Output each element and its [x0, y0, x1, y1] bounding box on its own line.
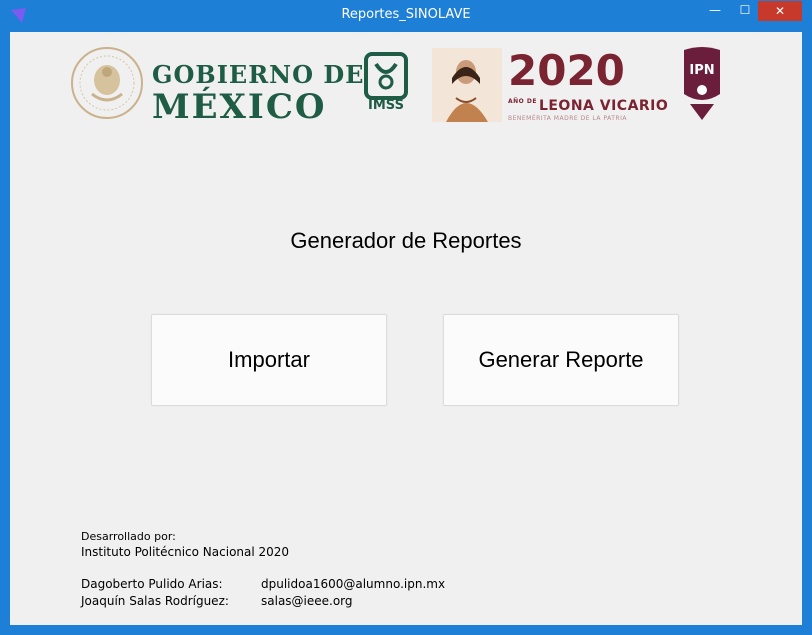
developed-by-label: Desarrollado por:	[81, 530, 176, 543]
developer-email: salas@ieee.org	[261, 594, 353, 608]
ipn-logo-icon: IPN	[684, 47, 720, 120]
leona-tagline: BENEMÉRITA MADRE DE LA PATRIA	[508, 115, 627, 122]
developer-row: Joaquín Salas Rodríguez: salas@ieee.org	[81, 594, 445, 608]
imss-label: IMSS	[368, 98, 404, 113]
main-panel: GOBIERNO DE MÉXICO IMSS 2020 AÑO DE LEONA…	[10, 32, 802, 625]
leona-year: 2020	[508, 46, 625, 95]
leona-small-label: AÑO DE	[508, 98, 537, 105]
page-title: Generador de Reportes	[290, 228, 522, 253]
window-title: Reportes_SINOLAVE	[341, 7, 471, 22]
ipn-label: IPN	[689, 63, 714, 78]
import-button[interactable]: Importar	[151, 314, 387, 406]
gobierno-line2: MÉXICO	[152, 87, 327, 127]
generate-report-button[interactable]: Generar Reporte	[443, 314, 679, 406]
developer-email: dpulidoa1600@alumno.ipn.mx	[261, 577, 446, 591]
developer-name: Dagoberto Pulido Arias:	[81, 577, 223, 591]
gobierno-line1: GOBIERNO DE	[152, 60, 365, 89]
institution-label: Instituto Politécnico Nacional 2020	[81, 545, 290, 559]
maximize-button[interactable]: ☐	[730, 0, 760, 22]
minimize-button[interactable]: —	[700, 0, 730, 22]
developer-name: Joaquín Salas Rodríguez:	[81, 594, 229, 608]
mexico-seal-icon	[71, 47, 143, 119]
credits: Desarrollado por: Instituto Politécnico …	[81, 530, 445, 608]
gobierno-logo: GOBIERNO DE MÉXICO	[152, 60, 364, 127]
close-button[interactable]: ✕	[758, 1, 802, 21]
developer-row: Dagoberto Pulido Arias: dpulidoa1600@alu…	[81, 577, 445, 591]
developer-list: Dagoberto Pulido Arias: dpulidoa1600@alu…	[81, 577, 445, 608]
leona-name: AÑO DE LEONA VICARIO	[508, 98, 668, 114]
leona-name-text: LEONA VICARIO	[538, 98, 669, 114]
title-bar[interactable]: Reportes_SINOLAVE — ☐ ✕	[0, 0, 812, 32]
logo-banner: GOBIERNO DE MÉXICO IMSS 2020 AÑO DE LEONA…	[70, 42, 750, 127]
